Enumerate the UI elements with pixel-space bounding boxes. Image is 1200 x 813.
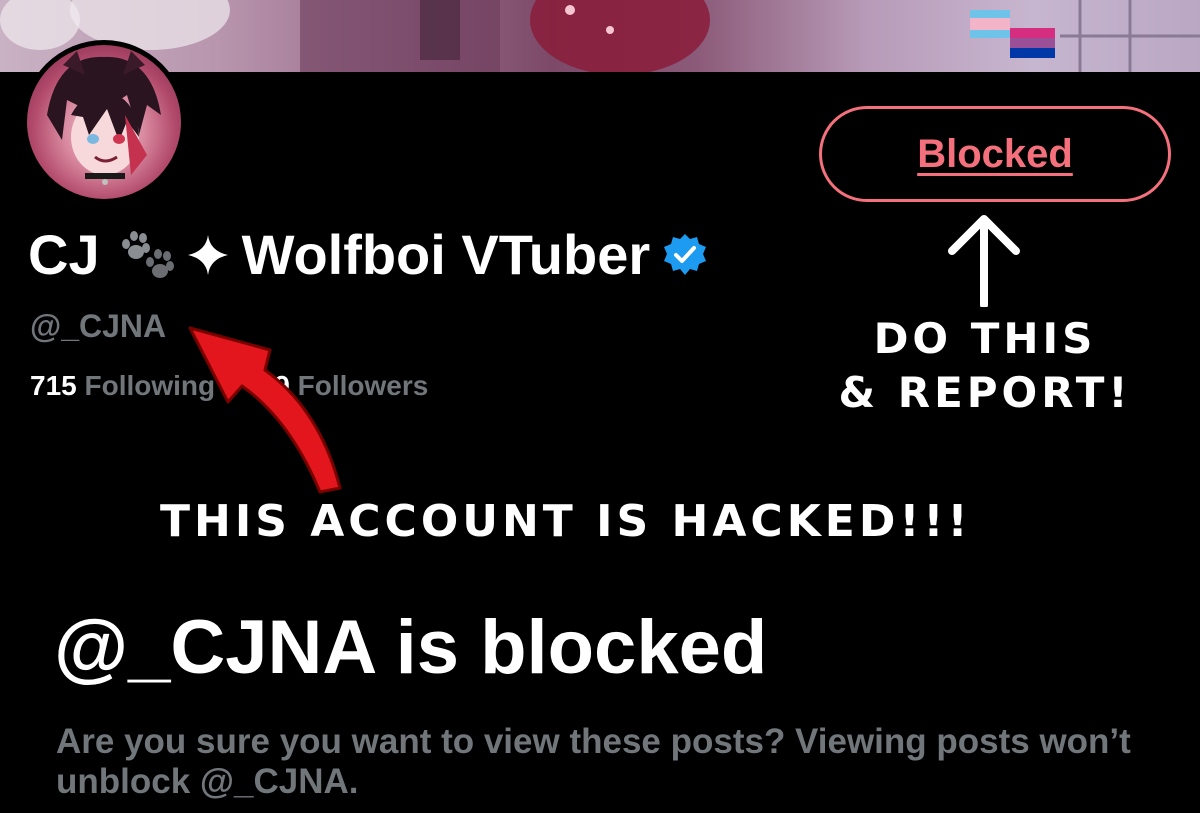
paw-prints-icon xyxy=(121,230,174,278)
avatar-image xyxy=(27,45,181,199)
do-this-line2: & REPORT! xyxy=(838,368,1132,417)
red-arrow-annotation xyxy=(188,326,342,494)
hacked-warning-annotation: THIS ACCOUNT IS HACKED!!! xyxy=(160,496,972,547)
blocked-button[interactable]: Blocked xyxy=(819,106,1171,202)
display-name: CJ Wolfboi VTuber xyxy=(28,222,708,287)
sparkle-icon xyxy=(187,234,228,275)
white-arrow-annotation xyxy=(948,215,1020,307)
profile-handle: @_CJNA xyxy=(30,308,167,344)
blocked-notice-title: @_CJNA is blocked xyxy=(54,605,768,690)
following-count: 715 xyxy=(30,370,77,401)
blocked-button-label: Blocked xyxy=(917,131,1073,176)
do-this-line1: DO THIS xyxy=(873,314,1097,363)
display-name-end: Wolfboi VTuber xyxy=(241,223,651,286)
avatar[interactable] xyxy=(22,40,186,204)
verified-badge-icon[interactable] xyxy=(662,232,708,278)
profile-page: Blocked CJ Wolfboi VTuber @_CJNA 715 Fol… xyxy=(0,0,1200,813)
do-this-report-annotation: DO THIS & REPORT! xyxy=(820,312,1150,420)
display-name-start: CJ xyxy=(28,223,100,286)
blocked-notice-description: Are you sure you want to view these post… xyxy=(56,722,1131,801)
